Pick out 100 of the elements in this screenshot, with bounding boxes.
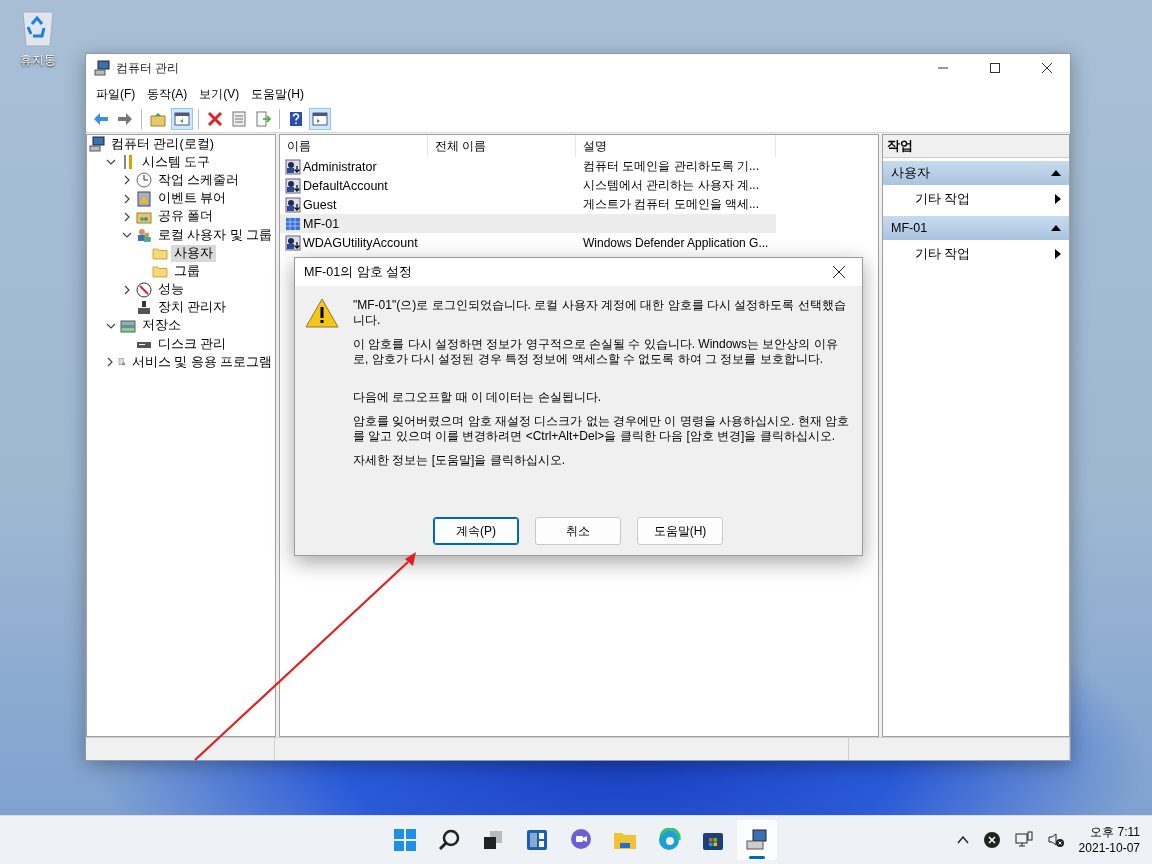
user-name: DefaultAccount [303,178,388,193]
event-log-icon [136,190,152,207]
clock-time[interactable]: 오후 7:11 [1090,824,1140,840]
tree-item[interactable]: 성능 [155,281,187,299]
chevron-right-icon [122,284,132,295]
tree-item[interactable]: 그룹 [171,262,203,280]
taskbar-app[interactable] [737,820,777,860]
dialog-title: MF-01의 암호 설정 [304,263,414,281]
tree-item[interactable]: 서비스 및 응용 프로그램 [128,353,275,371]
menu-item[interactable]: 보기(V) [193,85,246,103]
tree-item[interactable]: 로컬 사용자 및 그룹 [154,226,275,244]
dialog-message: 암호를 잊어버렸으며 암호 재설정 디스크가 없는 경우에만 이 명령을 사용하십시오. 현재 암호를 알고 있으며 이를 변경하려면 <Ctrl+Alt+Del>을 클릭한 다음 [암호 변경]을 클릭하십시오. [353,414,850,444]
toolbar-button[interactable] [171,108,193,130]
widgets-icon [525,828,549,852]
close-icon [833,266,845,278]
toolbar-button[interactable] [309,108,331,130]
device-icon [136,299,152,316]
chevron-right-icon [122,193,132,204]
list-row[interactable]: MF-01 [280,214,776,233]
network-icon [1014,831,1033,849]
dialog-message: 다음에 로그오프할 때 이 데이터는 손실됩니다. [353,390,602,405]
computer-icon [94,60,110,76]
actions-section-header[interactable]: MF-01 [883,216,1069,240]
close-circle-icon [982,831,1001,849]
warning-icon [305,298,339,328]
section-title: 사용자 [891,164,930,182]
tree-item[interactable]: 사용자 [171,244,216,262]
clock-icon [136,172,152,189]
list-row[interactable]: Administrator 컴퓨터 도메인을 관리하도록 기... [280,157,776,176]
chat-icon [569,828,593,852]
list-row[interactable]: Guest 게스트가 컴퓨터 도메인을 액세... [280,195,776,214]
tree-item[interactable]: 저장소 [139,317,184,335]
users-icon [135,227,152,244]
user-description: 컴퓨터 도메인을 관리하도록 기... [583,158,759,175]
list-row[interactable]: DefaultAccount 시스템에서 관리하는 사용자 계... [280,176,776,195]
chevron-right-icon [105,357,115,368]
speaker-muted-icon [1046,831,1065,849]
storage-icon [120,317,136,334]
window-title: 컴퓨터 관리 [116,59,181,77]
action-item[interactable]: 기타 작업 [883,185,1069,213]
folder-up-icon [150,111,166,127]
dialog-button[interactable]: 도움말(H) [637,517,723,545]
tree-item[interactable]: 컴퓨터 관리(로컬) [108,135,217,153]
user-icon [285,196,301,213]
user-description: 게스트가 컴퓨터 도메인을 액세... [583,196,759,213]
clock-date[interactable]: 2021-10-07 [1078,840,1140,856]
gauge-icon [136,281,152,298]
menu-item[interactable]: 도움말(H) [245,85,310,103]
column-header[interactable]: 이름 [280,135,428,157]
user-icon [285,158,301,175]
delete-icon [207,111,223,127]
folder-icon [152,245,168,262]
forward-arrow-icon [117,111,133,127]
user-icon [285,234,301,251]
action-item[interactable]: 기타 작업 [883,240,1069,268]
chevron-up-icon [956,836,969,844]
list-row[interactable]: WDAGUtilityAccount Windows Defender Application G... [280,233,776,252]
submenu-arrow-icon [1055,249,1061,259]
actions-title: 작업 [883,135,1069,158]
task-view-icon [481,828,505,852]
pane-icon [312,111,328,127]
submenu-arrow-icon [1055,194,1061,204]
collapse-icon [1051,169,1061,177]
folder-icon [152,263,168,280]
tree-item[interactable]: 장치 관리자 [155,299,230,317]
close-icon [1042,63,1052,73]
dialog-message: 이 암호를 다시 설정하면 정보가 영구적으로 손실될 수 있습니다. Windows는 보안상의 이유로, 암호가 다시 설정된 경우 특정 정보에 액세스할 수 없도록 하여 그 정보를 보호합니다. [353,337,839,367]
user-description: 시스템에서 관리하는 사용자 계... [583,177,759,194]
dialog-button[interactable]: 계속(P) [433,517,519,545]
actions-section-header[interactable]: 사용자 [883,161,1069,185]
user-icon [285,215,301,232]
user-name: MF-01 [303,216,340,231]
maximize-icon [990,63,1000,73]
user-name: Administrator [303,159,377,174]
menu-item[interactable]: 동작(A) [141,85,194,103]
tree-item[interactable]: 시스템 도구 [139,153,214,171]
collapse-icon [1051,224,1061,232]
tree-item[interactable]: 공유 폴더 [155,208,217,226]
menu-item[interactable]: 파일(F) [90,85,142,103]
column-header[interactable]: 설명 [576,135,776,157]
column-header[interactable]: 전체 이름 [428,135,576,157]
user-name: Guest [303,197,337,212]
recycle-bin-icon [20,8,56,48]
tree-item[interactable]: 이벤트 뷰어 [155,190,230,208]
help-icon [288,111,304,127]
tree-item[interactable]: 디스크 관리 [155,335,230,353]
dialog-button[interactable]: 취소 [535,517,621,545]
dialog-message: "MF-01"(으)로 로그인되었습니다. 로컬 사용자 계정에 대한 암호를 다시 설정하도록 선택했습니다. [353,298,847,328]
properties-icon [231,111,247,127]
dialog-message: 자세한 정보는 [도움말]을 클릭하십시오. [353,453,566,468]
start-icon [393,828,417,852]
back-arrow-icon [93,111,109,127]
export-icon [255,111,271,127]
user-description: Windows Defender Application G... [583,235,769,250]
user-icon [285,177,301,194]
pane-icon [174,111,190,127]
computer-management-icon [745,828,769,852]
chevron-right-icon [122,175,132,186]
computer-icon [89,136,105,153]
tree-item[interactable]: 작업 스케줄러 [155,171,243,189]
